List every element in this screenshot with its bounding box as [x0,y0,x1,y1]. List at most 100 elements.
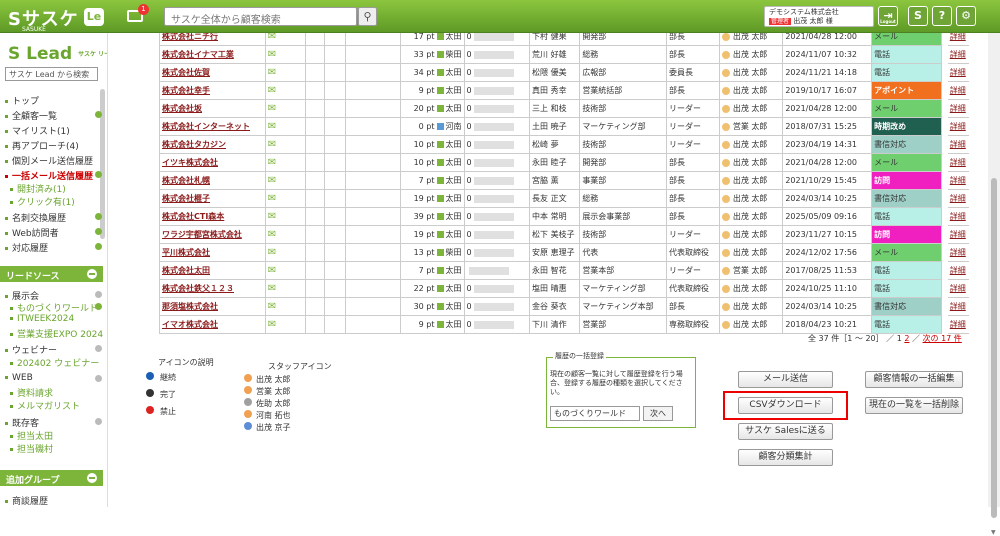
search-icon[interactable]: ⚲ [358,7,377,26]
sidebar-item-web[interactable]: WEB [5,373,33,383]
mail-icon[interactable]: 1 [127,4,149,22]
scroll-down-icon[interactable]: ▼ [991,529,996,536]
bulk-delete-button[interactable]: 現在の一覧を一括削除 [865,397,963,414]
detail-link[interactable]: 詳細 [947,225,969,244]
company-link[interactable]: 株式会社CTI森本 [159,207,266,226]
sidebar-item-deals[interactable]: 商談履歴 [5,494,48,507]
company-link[interactable]: 株式会社タカジン [159,135,266,154]
history-type-select[interactable]: ものづくりワールド [550,406,640,421]
detail-link[interactable]: 詳細 [947,279,969,298]
company-link[interactable]: 株式会社太田 [159,261,266,280]
plus-icon[interactable] [95,375,102,382]
company-link[interactable]: 株式会社札幌 [159,171,266,190]
detail-link[interactable]: 詳細 [947,63,969,82]
plus-icon[interactable] [95,228,102,235]
sidebar-item-bulk-mail[interactable]: 一括メール送信履歴 [5,169,93,182]
sidebar-item-history[interactable]: 対応履歴 [5,241,48,254]
sidebar-item-all[interactable]: 全顧客一覧 [5,109,57,122]
company-link[interactable]: 株式会社幸手 [159,81,266,100]
sidebar-item-clicked[interactable]: クリック有(1) [10,195,75,208]
sidebar-item-request[interactable]: 資料請求 [10,386,53,399]
company-link[interactable]: ワラジ宇都宮株式会社 [159,225,266,244]
sidebar-item-itweek[interactable]: ITWEEK2024 [10,314,74,324]
detail-link[interactable]: 詳細 [947,171,969,190]
detail-link[interactable]: 詳細 [947,135,969,154]
mail-status-icon[interactable]: ✉ [264,135,306,154]
sidebar-item-mailmag[interactable]: メルマガリスト [10,399,80,412]
sidebar-item-202402[interactable]: 202402 ウェビナー [10,356,99,369]
sidebar-item-opened[interactable]: 開封済み(1) [10,182,66,195]
plus-icon[interactable] [95,303,102,310]
mail-status-icon[interactable]: ✉ [264,63,306,82]
detail-link[interactable]: 詳細 [947,243,969,262]
mail-status-icon[interactable]: ✉ [264,189,306,208]
plus-icon[interactable] [95,243,102,250]
detail-link[interactable]: 詳細 [947,117,969,136]
plus-icon[interactable] [95,213,102,220]
company-link[interactable]: 株式会社榧子 [159,189,266,208]
help-icon[interactable]: ? [932,6,952,26]
sidebar-item-expo[interactable]: 営業支援EXPO 2024 [10,327,103,340]
mail-status-icon[interactable]: ✉ [264,297,306,316]
bulk-edit-button[interactable]: 顧客情報の一括編集 [865,371,963,388]
sidebar-item-cards[interactable]: 名刺交換履歴 [5,211,66,224]
sidebar-item-webinar[interactable]: ウェビナー [5,343,57,356]
page-2-link[interactable]: 2 [904,334,909,343]
plus-icon[interactable] [95,171,102,178]
sidebar-item-ota[interactable]: 担当太田 [10,429,53,442]
mail-status-icon[interactable]: ✉ [264,117,306,136]
send-mail-button[interactable]: メール送信 [738,371,833,388]
company-link[interactable]: 株式会社坂 [159,99,266,118]
next-button[interactable]: 次へ [643,406,673,421]
mail-status-icon[interactable]: ✉ [264,279,306,298]
logout-icon[interactable]: ⇥ Logout [878,6,898,26]
section-lead-source[interactable]: リードソース [0,266,103,282]
detail-link[interactable]: 詳細 [947,81,969,100]
company-link[interactable]: 平川株式会社 [159,243,266,262]
sidebar-search-input[interactable]: サスケ Lead から検索 [5,67,98,81]
mail-status-icon[interactable]: ✉ [264,171,306,190]
detail-link[interactable]: 詳細 [947,207,969,226]
plus-icon[interactable] [95,111,102,118]
sidebar-item-reapproach[interactable]: 再アプローチ(4) [5,139,79,152]
sidebar-item-individual-mail[interactable]: 個別メール送信履歴 [5,154,93,167]
detail-link[interactable]: 詳細 [947,315,969,334]
company-link[interactable]: 那須塩株式会社 [159,297,266,316]
company-link[interactable]: イマオ株式会社 [159,315,266,334]
sidebar-item-monozukuri[interactable]: ものづくりワールド [10,301,98,314]
gear-icon[interactable]: ⚙ [956,6,976,26]
sidebar-item-isomura[interactable]: 担当磯村 [10,442,53,455]
company-link[interactable]: 株式会社鉄父１２３ [159,279,266,298]
send-to-sales-button[interactable]: サスケ Salesに送る [738,423,833,440]
company-link[interactable]: イツキ株式会社 [159,153,266,172]
global-search-input[interactable]: サスケ全体から顧客検索 [164,7,357,26]
section-add-group[interactable]: 追加グループ [0,470,103,486]
mail-status-icon[interactable]: ✉ [264,153,306,172]
company-link[interactable]: 株式会社ニチ行 [159,33,266,46]
mail-status-icon[interactable]: ✉ [264,225,306,244]
plus-icon[interactable] [95,418,102,425]
detail-link[interactable]: 詳細 [947,189,969,208]
detail-link[interactable]: 詳細 [947,297,969,316]
mail-status-icon[interactable]: ✉ [264,261,306,280]
sasuke-logo[interactable]: Sサスケ SASUKE [8,5,79,33]
le-app-button[interactable]: Le [84,8,104,26]
mail-status-icon[interactable]: ✉ [264,33,306,46]
mail-status-icon[interactable]: ✉ [264,45,306,64]
mail-status-icon[interactable]: ✉ [264,315,306,334]
sidebar-item-top[interactable]: トップ [5,94,39,107]
detail-link[interactable]: 詳細 [947,261,969,280]
plus-icon[interactable] [95,345,102,352]
page-scrollbar[interactable]: ▼ [988,33,1000,536]
sidebar-item-mylist[interactable]: マイリスト(1) [5,124,70,137]
sasuke-icon[interactable]: S [908,6,928,26]
plus-icon[interactable] [95,291,102,298]
detail-link[interactable]: 詳細 [947,33,969,46]
scroll-thumb[interactable] [991,178,997,518]
company-link[interactable]: 株式会社イナマ工業 [159,45,266,64]
detail-link[interactable]: 詳細 [947,99,969,118]
detail-link[interactable]: 詳細 [947,45,969,64]
next-page-link[interactable]: 次の 17 件 [923,334,962,343]
mail-status-icon[interactable]: ✉ [264,207,306,226]
company-link[interactable]: 株式会社佐賀 [159,63,266,82]
